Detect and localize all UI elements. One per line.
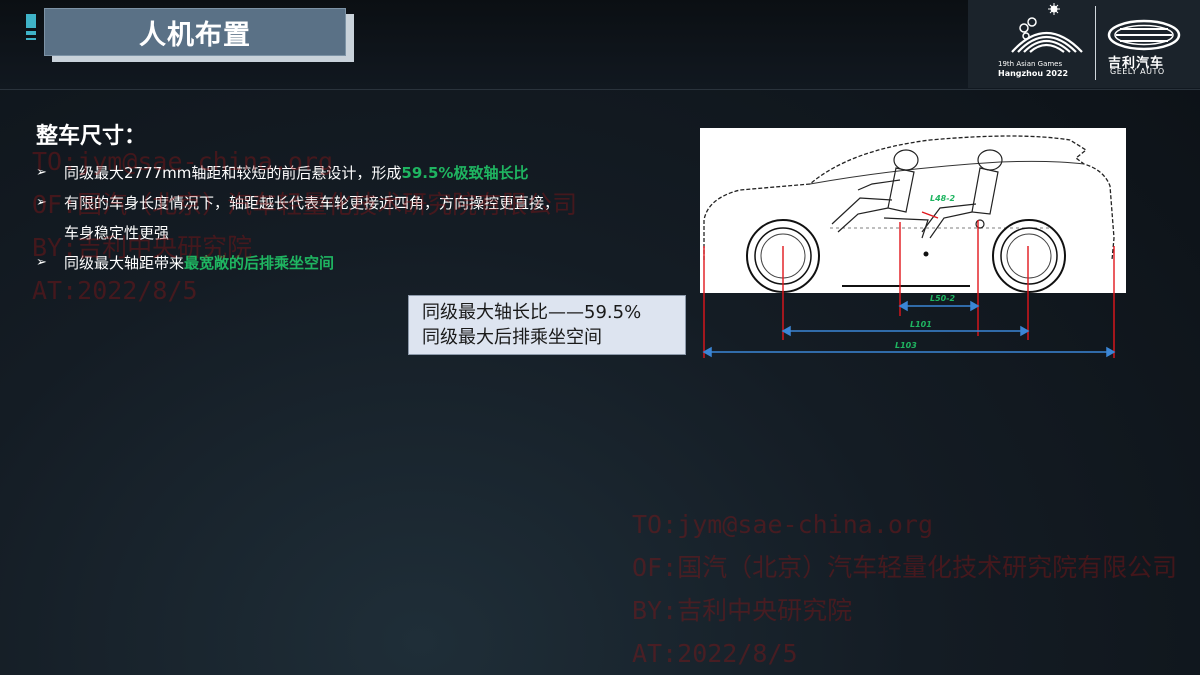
- geely-brand-en: GEELY AUTO: [1110, 67, 1165, 76]
- vehicle-package-diagram: L48-2 L50-2 L101 L103: [700, 128, 1126, 358]
- bullet-text: 同级最大轴距带来: [64, 254, 185, 272]
- arrow-bullet-icon: ➢: [36, 165, 47, 180]
- bullet-continuation: 车身稳定性更强: [64, 224, 170, 242]
- page-title: 人机布置: [139, 19, 251, 51]
- bullet-item: ➢ 同级最大2777mm轴距和较短的前后悬设计，形成59.5%极致轴长比: [36, 158, 656, 188]
- asian-games-caption: 19th Asian Games Hangzhou 2022: [998, 60, 1098, 78]
- games-line2: Hangzhou 2022: [998, 69, 1069, 78]
- section-heading: 整车尺寸：: [36, 124, 147, 149]
- bullet-list: ➢ 同级最大2777mm轴距和较短的前后悬设计，形成59.5%极致轴长比 ➢ 有…: [36, 158, 656, 278]
- watermark-line: AT:2022/8/5: [632, 639, 798, 668]
- dim-label-l50: L50-2: [930, 294, 956, 303]
- h-point-marker: [923, 251, 929, 257]
- title-box: 人机布置: [44, 8, 346, 56]
- bullet-text: 有限的车身长度情况下，轴距越长代表车轮更接近四角，方向操控更直接，: [64, 194, 560, 212]
- callout-line2: 同级最大后排乘坐空间: [422, 327, 602, 348]
- watermark-line: BY:吉利中央研究院: [632, 596, 853, 625]
- bullet-highlight: 59.5%极致轴长比: [401, 164, 529, 182]
- games-line1: 19th Asian Games: [998, 60, 1063, 68]
- watermark-line: TO:jym@sae-china.org: [632, 510, 934, 539]
- callout-line1: 同级最大轴长比——59.5%: [422, 302, 642, 323]
- logo-divider: [1095, 6, 1096, 80]
- bullet-item: ➢ 同级最大轴距带来最宽敞的后排乘坐空间: [36, 248, 656, 278]
- arrow-bullet-icon: ➢: [36, 195, 47, 210]
- geely-emblem-icon: [1107, 19, 1181, 51]
- bullet-text: 同级最大2777mm轴距和较短的前后悬设计，形成: [64, 164, 402, 182]
- accent-marks: [26, 14, 38, 40]
- callout-box: 同级最大轴长比——59.5% 同级最大后排乘坐空间: [408, 295, 686, 355]
- dim-label-l103: L103: [895, 341, 917, 350]
- dim-label-l101: L101: [910, 320, 932, 329]
- watermark-right: TO:jym@sae-china.org OF:国汽（北京）汽车轻量化技术研究院…: [632, 503, 1177, 675]
- logo-panel: 19th Asian Games Hangzhou 2022 吉利汽车 GEEL…: [968, 0, 1200, 88]
- watermark-line: OF:国汽（北京）汽车轻量化技术研究院有限公司: [632, 553, 1178, 582]
- asian-games-logo-icon: [1011, 3, 1083, 53]
- bullet-item: ➢ 有限的车身长度情况下，轴距越长代表车轮更接近四角，方向操控更直接， 车身稳定…: [36, 188, 656, 248]
- dim-label-l48: L48-2: [930, 194, 956, 203]
- bullet-highlight: 最宽敞的后排乘坐空间: [184, 254, 335, 272]
- arrow-bullet-icon: ➢: [36, 255, 47, 270]
